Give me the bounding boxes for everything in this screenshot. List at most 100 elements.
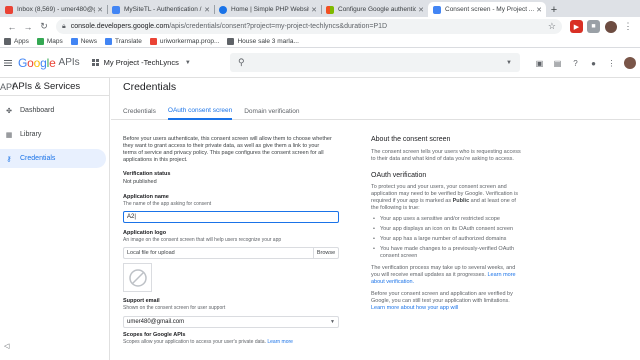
application-name-input[interactable]: A2| [123,211,339,223]
gift-icon[interactable]: ▣ [534,58,545,69]
sidebar-item-label: Dashboard [20,107,55,114]
support-email-select[interactable]: umer480@gmail.com ▼ [123,316,339,328]
help-icon[interactable]: ? [570,58,581,69]
verification-status-section: Verification status Not published [123,171,341,185]
logo-file-input[interactable]: Local file for upload [123,247,313,259]
bookmark-uriworkermap[interactable]: uriworkermap.prop... [149,38,220,45]
translate-icon [105,38,112,45]
browser-tab-home[interactable]: Home | Simple PHP Website ✕ [214,2,321,17]
notifications-icon[interactable]: ● [588,58,599,69]
bookmark-label: Apps [14,38,29,45]
browser-tab-mysitetl[interactable]: MySiteTL - Authentication / A... ✕ [107,2,214,17]
tab-title: MySiteTL - Authentication / A... [124,6,202,13]
browser-tab-consent-screen[interactable]: Consent screen - My Project ... ✕ [428,2,546,17]
tab-domain-verification[interactable]: Domain verification [244,103,299,120]
browser-tab-strip: Inbox (8,569) - umer480@gm... ✕ MySiteTL… [0,0,640,17]
account-avatar[interactable] [624,57,636,69]
extension-red-icon[interactable]: ▶ [570,20,583,33]
tab-title: Configure Google authenticati... [338,6,417,13]
browser-tab-gmail[interactable]: Inbox (8,569) - umer480@gm... ✕ [0,2,107,17]
consent-form: Before your users authenticate, this con… [123,136,341,345]
sidebar-item-credentials[interactable]: ⚷ Credentials [0,149,106,168]
list-item: Your app displays an icon on its OAuth c… [371,226,521,233]
sidebar-title: APIs & Services [12,81,81,92]
project-dots-icon [91,58,100,67]
scopes-section: Scopes for Google APIs Scopes allow your… [123,332,341,345]
about-title: About the consent screen [371,136,451,143]
bookmark-maps[interactable]: Maps [36,38,63,45]
credentials-tabs: Credentials OAuth consent screen Domain … [111,103,640,120]
browser-tab-configure[interactable]: Configure Google authenticati... ✕ [321,2,428,17]
bookmarks-bar: Apps Maps News Translate uriworkermap.pr… [0,36,640,48]
verification-status-label: Verification status [123,171,171,177]
google-cloud-favicon-icon [433,5,441,14]
tab-oauth-consent-screen[interactable]: OAuth consent screen [167,103,233,120]
close-icon[interactable]: ✕ [536,6,542,14]
bookmark-label: News [80,38,97,45]
maps-icon [36,38,44,45]
collapse-sidebar-icon[interactable]: ◁ [4,342,9,350]
bookmark-house-sale[interactable]: House sale 3 marla... [227,38,299,45]
search-icon: ⚲ [238,57,245,67]
close-icon[interactable]: ✕ [418,6,424,14]
gmail-favicon-icon [5,5,13,14]
learn-more-app-link[interactable]: Learn more about how your app will [371,305,458,311]
cloud-shell-icon[interactable]: ▤ [552,58,563,69]
bookmark-label: uriworkermap.prop... [159,38,220,45]
application-logo-section: Application logo An image on the consent… [123,230,341,292]
bookmark-apps[interactable]: Apps [4,38,29,45]
site-icon [227,38,235,45]
console-header: Google APIs My Project -TechLyncs ▼ ⚲ ▼ … [0,48,640,78]
list-item: Your app has a large number of authorize… [371,236,521,243]
application-logo-label: Application logo [123,230,167,236]
scopes-learn-more-link[interactable]: Learn more [267,339,293,345]
close-icon[interactable]: ✕ [311,6,317,14]
page-title: Credentials [123,81,177,93]
verification-status-value: Not published [123,179,157,185]
logo-letter: e [49,55,56,70]
key-icon: ⚷ [6,155,12,163]
product-name: APIs [58,57,80,68]
application-logo-hint: An image on the consent screen that will… [123,237,282,243]
project-selector[interactable]: My Project -TechLyncs ▼ [91,58,191,67]
browser-toolbar: ← → ↻ 🔒︎ console.developers.google.com/a… [0,17,640,36]
about-panel: About the consent screen The consent scr… [371,136,521,312]
address-bar[interactable]: 🔒︎ console.developers.google.com/apis/cr… [56,19,562,34]
scopes-hint-text: Scopes allow your application to access … [123,339,266,345]
intro-text: Before your users authenticate, this con… [123,136,332,163]
chevron-down-icon: ▼ [184,59,191,66]
bookmark-label: House sale 3 marla... [237,38,299,45]
browser-profile-avatar[interactable] [605,20,617,33]
scopes-label: Scopes for Google APIs [123,332,186,338]
about-text: The consent screen tells your users who … [371,149,521,162]
bookmark-translate[interactable]: Translate [105,38,142,45]
extension-gray-icon[interactable]: ■ [587,20,600,33]
reload-icon[interactable]: ↻ [36,19,52,35]
bookmark-label: Translate [115,38,142,45]
scopes-hint: Scopes allow your application to access … [123,339,341,345]
header-actions: ▣ ▤ ? ● ⋮ [534,57,636,69]
list-item: Your app uses a sensitive and/or restric… [371,216,521,223]
forward-icon[interactable]: → [20,19,36,35]
console-search-bar[interactable]: ⚲ ▼ [230,53,520,72]
new-tab-button[interactable]: + [546,2,562,17]
chevron-down-icon: ▼ [506,59,512,66]
more-vert-icon[interactable]: ⋮ [606,58,617,69]
hamburger-menu-icon[interactable] [4,59,12,67]
sidebar-item-label: Library [20,131,42,138]
support-email-value: umer480@gmail.com [127,319,185,325]
sidebar-item-label: Credentials [20,155,56,162]
browser-menu-icon[interactable]: ⋮ [620,19,636,35]
back-icon[interactable]: ← [4,19,20,35]
close-icon[interactable]: ✕ [97,6,103,14]
support-email-section: Support email Shown on the consent scree… [123,298,341,328]
close-icon[interactable]: ✕ [204,6,210,14]
sidebar-header: API APIs & Services [0,78,109,96]
google-logo[interactable]: Google [18,56,56,70]
tab-credentials[interactable]: Credentials [123,103,156,120]
sidebar-item-dashboard[interactable]: ✤ Dashboard [0,101,109,120]
bookmark-star-icon[interactable]: ☆ [548,21,556,32]
browse-button[interactable]: Browse [313,247,339,259]
bookmark-news[interactable]: News [70,38,97,45]
sidebar-item-library[interactable]: ▦ Library [0,125,109,144]
